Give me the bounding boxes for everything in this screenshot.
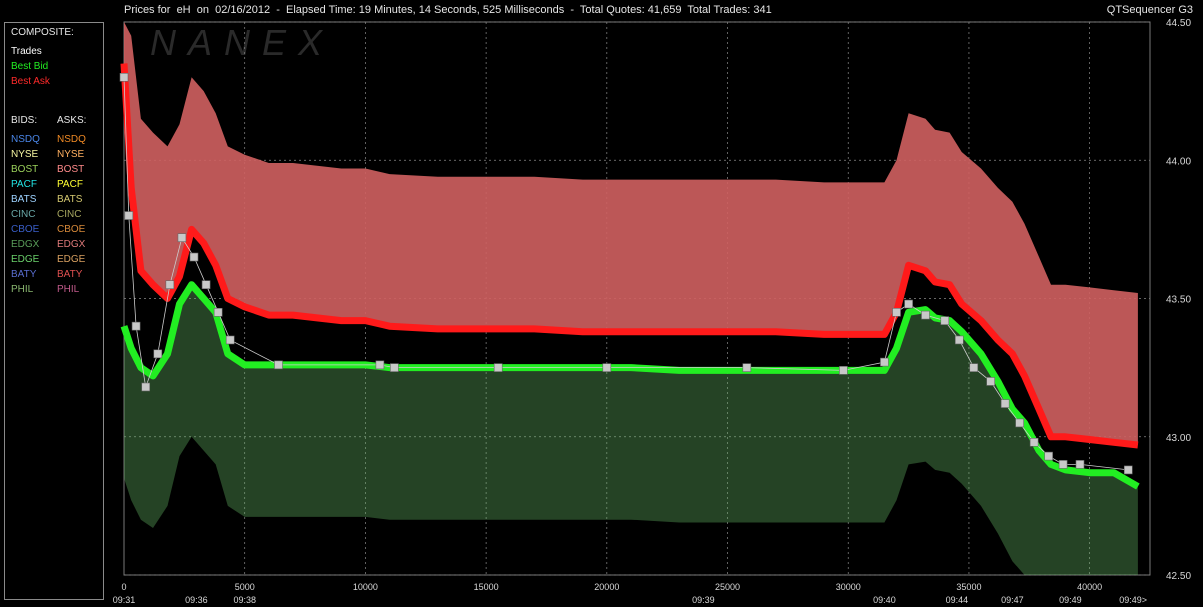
time-label: 09:31 <box>113 595 136 605</box>
time-label: 09:49 <box>1059 595 1082 605</box>
time-label: 09:49> <box>1119 595 1147 605</box>
trade-point <box>969 363 979 372</box>
time-label: 09:40 <box>873 595 896 605</box>
price-chart[interactable]: NANEX 42.50 43.00 43.50 44.00 44.50 0 5000 1000… <box>0 0 1203 607</box>
x-tick-label: 15000 <box>474 582 499 592</box>
legend-ask-pacf: PACF <box>57 179 83 190</box>
y-tick-label: 42.50 <box>1166 571 1191 582</box>
legend-bid-pacf: PACF <box>11 179 37 190</box>
x-tick-label: 40000 <box>1077 582 1102 592</box>
trade-point <box>153 349 163 359</box>
legend-bid-edgx: EDGX <box>11 239 40 250</box>
y-tick-label: 44.00 <box>1166 156 1191 167</box>
time-label: 09:36 <box>185 595 208 605</box>
legend-bid-baty: BATY <box>11 269 37 280</box>
trade-point <box>1015 418 1024 428</box>
trade-point <box>165 280 175 289</box>
trade-point <box>141 382 151 392</box>
x-tick-label: 30000 <box>836 582 861 592</box>
legend-panel: COMPOSITE: Trades Best Bid Best Ask BIDS… <box>4 22 104 600</box>
trade-point <box>1058 460 1068 469</box>
trade-point <box>940 316 950 325</box>
time-label: 09:47 <box>1001 595 1024 605</box>
legend-ask-edge: EDGE <box>57 254 86 265</box>
trade-point <box>124 211 134 220</box>
x-tick-label: 0 <box>121 582 126 592</box>
trade-point <box>742 363 752 372</box>
legend-ask-nyse: NYSE <box>57 149 85 160</box>
legend-trades: Trades <box>11 46 42 57</box>
time-label: 09:44 <box>946 595 969 605</box>
x-tick-label: 5000 <box>235 582 255 592</box>
asks-title: ASKS: <box>57 115 87 126</box>
trade-point <box>1075 460 1085 469</box>
legend-ask-cboe: CBOE <box>57 224 86 235</box>
legend-bid-nsdq: NSDQ <box>11 134 40 145</box>
trade-point <box>1000 399 1010 408</box>
y-tick-label: 44.50 <box>1166 18 1191 29</box>
trade-point <box>839 366 848 375</box>
composite-title: COMPOSITE: <box>11 27 74 38</box>
trade-point <box>274 360 283 370</box>
x-tick-label: 35000 <box>956 582 981 592</box>
legend-bid-edge: EDGE <box>11 254 40 265</box>
y-tick-label: 43.00 <box>1166 433 1191 444</box>
legend-best-bid: Best Bid <box>11 61 49 72</box>
legend-ask-bost: BOST <box>57 164 85 175</box>
legend-ask-nsdq: NSDQ <box>57 134 86 145</box>
legend-best-ask: Best Ask <box>11 76 50 87</box>
x-tick-label: 20000 <box>594 582 619 592</box>
legend-bid-bost: BOST <box>11 164 39 175</box>
trade-point <box>119 73 129 82</box>
bids-title: BIDS: <box>11 115 38 126</box>
trade-point <box>921 310 930 320</box>
legend-bid-cinc: CINC <box>11 209 36 220</box>
trade-point <box>954 335 964 345</box>
trade-point <box>602 363 612 372</box>
trade-point <box>201 280 211 289</box>
trade-point <box>904 299 913 309</box>
x-tick-label: 10000 <box>353 582 378 592</box>
trade-point <box>213 308 223 317</box>
trade-point <box>1044 451 1053 461</box>
trade-point <box>986 377 995 386</box>
trade-point <box>189 252 199 262</box>
legend-bid-bats: BATS <box>11 194 37 205</box>
trade-point <box>1123 465 1133 475</box>
trade-point <box>892 308 901 317</box>
legend-ask-bats: BATS <box>57 194 83 205</box>
legend-ask-cinc: CINC <box>57 209 82 220</box>
trade-point <box>493 363 503 372</box>
time-label: 09:39 <box>692 595 715 605</box>
trade-point <box>390 363 399 372</box>
y-tick-label: 43.50 <box>1166 295 1191 306</box>
trade-point <box>880 357 889 367</box>
legend-bid-phil: PHIL <box>11 284 34 295</box>
trade-point <box>1029 437 1039 447</box>
legend-bid-nyse: NYSE <box>11 149 39 160</box>
trade-point <box>375 360 385 370</box>
trade-point <box>177 233 187 242</box>
legend-ask-edgx: EDGX <box>57 239 86 250</box>
watermark-logo: NANEX <box>150 22 334 63</box>
x-tick-label: 25000 <box>715 582 740 592</box>
legend-bid-cboe: CBOE <box>11 224 40 235</box>
trade-point <box>131 321 141 331</box>
legend-ask-baty: BATY <box>57 269 83 280</box>
trade-point <box>225 335 235 345</box>
legend-ask-phil: PHIL <box>57 284 80 295</box>
time-label: 09:38 <box>233 595 256 605</box>
